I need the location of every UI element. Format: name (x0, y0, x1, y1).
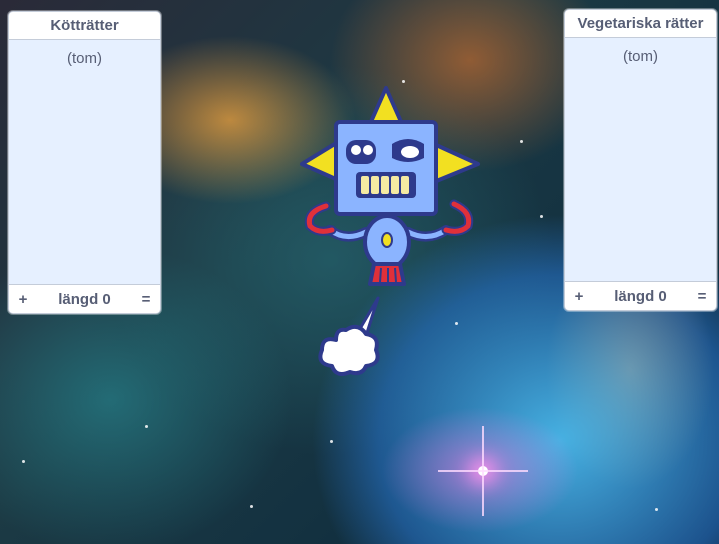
robot-icon (300, 86, 480, 286)
list-title: Vegetariska rätter (565, 10, 716, 38)
bright-star (438, 426, 528, 516)
list-length-label: längd 0 (614, 287, 667, 305)
star (655, 508, 658, 511)
add-item-button[interactable]: + (16, 291, 30, 308)
star (145, 425, 148, 428)
smoke-cloud-icon (318, 296, 380, 376)
list-title: Kötträtter (9, 12, 160, 40)
list-empty-text: (tom) (67, 50, 102, 67)
star (330, 440, 333, 443)
robot-sprite[interactable] (296, 84, 488, 380)
list-monitor-kottratter[interactable]: Kötträtter (tom) + längd 0 = (8, 11, 161, 314)
list-footer: + längd 0 = (9, 284, 160, 313)
star (520, 140, 523, 143)
resize-handle[interactable]: = (139, 291, 153, 308)
star (22, 460, 25, 463)
star (402, 80, 405, 83)
list-length-label: längd 0 (58, 290, 111, 308)
stage: Kötträtter (tom) + längd 0 = Vegetariska… (0, 0, 719, 544)
list-empty-text: (tom) (623, 48, 658, 65)
list-monitor-vegetariska-ratter[interactable]: Vegetariska rätter (tom) + längd 0 = (564, 9, 717, 311)
list-footer: + längd 0 = (565, 281, 716, 310)
resize-handle[interactable]: = (695, 288, 709, 305)
add-item-button[interactable]: + (572, 288, 586, 305)
star (250, 505, 253, 508)
star (540, 215, 543, 218)
